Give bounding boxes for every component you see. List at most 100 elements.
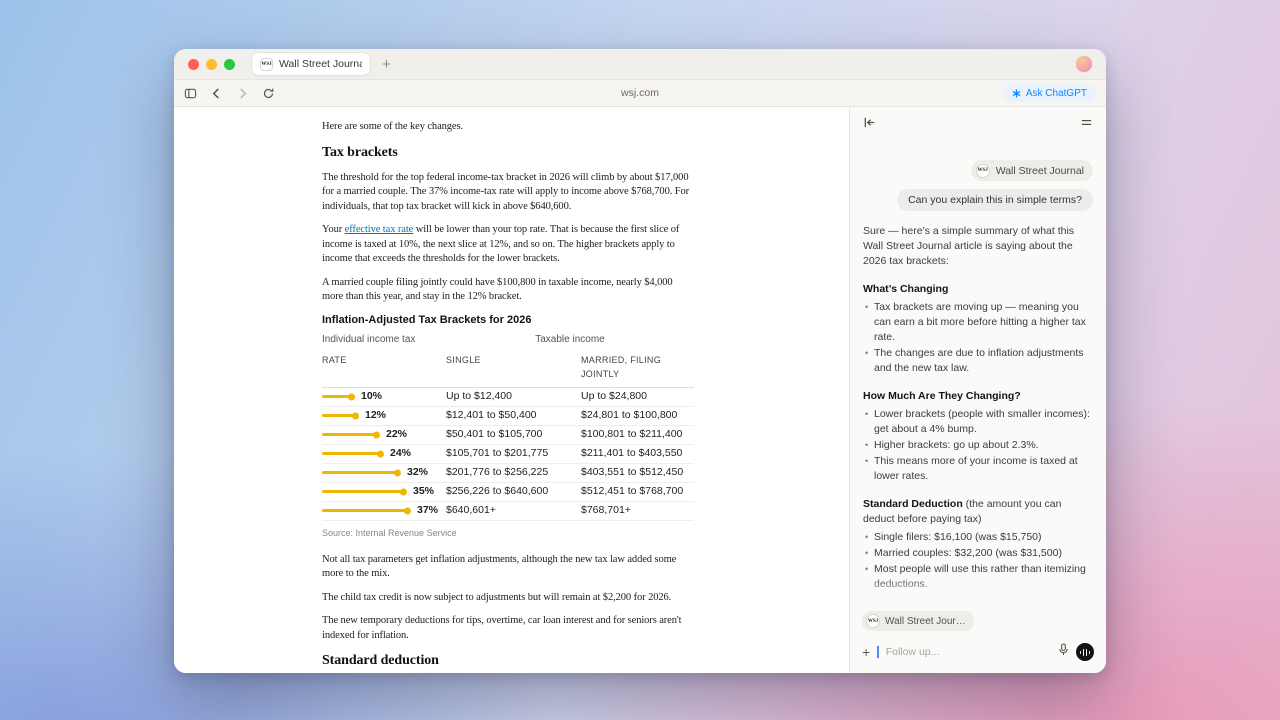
article-paragraph: The new temporary deductions for tips, o… [322, 614, 694, 643]
tax-brackets-chart: Inflation-Adjusted Tax Brackets for 2026… [322, 314, 694, 539]
bullet-item: Lower brackets (people with smaller inco… [863, 407, 1093, 437]
article-paragraph: Your effective tax rate will be lower th… [322, 223, 694, 267]
single-range: Up to $12,400 [446, 389, 581, 404]
add-attachment-button[interactable]: + [862, 645, 870, 659]
browser-window: WSJ Wall Street Journal + [174, 49, 1106, 673]
chat-header [850, 107, 1106, 143]
bullet-item: Most people will use this rather than it… [863, 562, 1093, 592]
chatgpt-logo-icon [1012, 89, 1021, 98]
forward-button-icon[interactable] [236, 87, 249, 100]
article-paragraph: The threshold for the top federal income… [322, 171, 694, 215]
married-range: $24,801 to $100,800 [581, 408, 694, 423]
single-range: $201,776 to $256,225 [446, 465, 581, 480]
table-row: 32% $201,776 to $256,225 $403,551 to $51… [322, 464, 694, 483]
wsj-favicon-icon: WSJ [260, 58, 273, 71]
article-heading-tax-brackets: Tax brackets [322, 144, 694, 161]
back-button-icon[interactable] [210, 87, 223, 100]
married-range: $768,701+ [581, 503, 694, 518]
table-row: 12% $12,401 to $50,400 $24,801 to $100,8… [322, 407, 694, 426]
rate-label: 22% [386, 427, 407, 442]
assistant-section: Standard Deduction (the amount you can d… [863, 497, 1093, 592]
table-row: 10% Up to $12,400 Up to $24,800 [322, 388, 694, 407]
article-paragraph: Here are some of the key changes. [322, 120, 694, 135]
close-button[interactable] [188, 59, 199, 70]
bullet-item: Single filers: $16,100 (was $15,750) [863, 530, 1093, 545]
single-range: $50,401 to $105,700 [446, 427, 581, 442]
new-tab-button[interactable]: + [382, 57, 391, 72]
article-paragraph: A married couple filing jointly could ha… [322, 276, 694, 305]
chat-composer: WSJ Wall Street Journal + [850, 605, 1106, 674]
reload-button-icon[interactable] [262, 87, 275, 100]
rate-label: 35% [413, 484, 434, 499]
rate-bar [322, 395, 352, 398]
rate-bar [322, 509, 408, 512]
ask-chatgpt-button[interactable]: Ask ChatGPT [1003, 84, 1096, 102]
collapse-sidebar-icon[interactable] [863, 116, 876, 134]
sidebar-toggle-icon[interactable] [184, 87, 197, 100]
chart-title: Inflation-Adjusted Tax Brackets for 2026 [322, 314, 694, 327]
table-row: 22% $50,401 to $105,700 $100,801 to $211… [322, 426, 694, 445]
window-controls [188, 59, 235, 70]
table-row: 37% $640,601+ $768,701+ [322, 502, 694, 521]
minimize-button[interactable] [206, 59, 217, 70]
table-row: 24% $105,701 to $201,775 $211,401 to $40… [322, 445, 694, 464]
voice-mode-button[interactable] [1076, 643, 1094, 661]
rate-label: 12% [365, 408, 386, 423]
zoom-button[interactable] [224, 59, 235, 70]
browser-toolbar: wsj.com Ask ChatGPT [174, 80, 1106, 107]
table-header: RATE SINGLE MARRIED, FILING JOINTLY [322, 353, 694, 388]
assistant-intro: Sure — here’s a simple summary of what t… [863, 224, 1093, 269]
rate-bar [322, 433, 377, 436]
effective-tax-rate-link[interactable]: effective tax rate [345, 224, 414, 235]
microphone-icon[interactable] [1058, 643, 1069, 661]
wsj-badge-icon: WSJ [866, 614, 880, 628]
rate-label: 32% [407, 465, 428, 480]
bullet-item: Married couples: $32,200 (was $31,500) [863, 546, 1093, 561]
address-bar[interactable]: wsj.com [621, 87, 659, 99]
rate-bar [322, 490, 404, 493]
married-range: $100,801 to $211,400 [581, 427, 694, 442]
section-heading: What’s Changing [863, 282, 1093, 297]
bullet-item: Higher brackets: go up about 2.3%. [863, 438, 1093, 453]
bullet-item: This means more of your income is taxed … [863, 454, 1093, 484]
desktop-background: WSJ Wall Street Journal + [0, 0, 1280, 720]
single-range: $256,226 to $640,600 [446, 484, 581, 499]
rate-bar [322, 452, 381, 455]
single-range: $640,601+ [446, 503, 581, 518]
tab-title: Wall Street Journal [279, 58, 362, 70]
chart-subtitle-left: Individual income tax [322, 334, 415, 345]
user-message: Can you explain this in simple terms? [897, 189, 1093, 211]
article-paragraph: Not all tax parameters get inflation adj… [322, 553, 694, 582]
chart-subtitle-row: Individual income tax Taxable income [322, 333, 694, 346]
assistant-section: What’s Changing Tax brackets are moving … [863, 282, 1093, 376]
column-header-single: SINGLE [446, 353, 581, 382]
column-header-rate: RATE [322, 353, 446, 382]
chat-messages: WSJ Wall Street Journal Can you explain … [850, 143, 1106, 605]
married-range: Up to $24,800 [581, 389, 694, 404]
section-heading: Standard Deduction (the amount you can d… [863, 497, 1093, 527]
title-bar: WSJ Wall Street Journal + [174, 49, 1106, 80]
married-range: $211,401 to $403,550 [581, 446, 694, 461]
wsj-badge-icon: WSJ [976, 164, 990, 178]
bullet-item: The changes are due to inflation adjustm… [863, 346, 1093, 376]
context-chip[interactable]: WSJ Wall Street Journal [971, 160, 1093, 181]
section-heading: How Much Are They Changing? [863, 389, 1093, 404]
chart-subtitle-right: Taxable income [446, 333, 694, 348]
tab-wall-street-journal[interactable]: WSJ Wall Street Journal [252, 53, 370, 75]
married-range: $512,451 to $768,700 [581, 484, 694, 499]
followup-input[interactable] [886, 646, 1051, 658]
composer-context-chip[interactable]: WSJ Wall Street Journal [862, 611, 974, 631]
rate-label: 24% [390, 446, 411, 461]
rate-label: 37% [417, 503, 438, 518]
table-row: 35% $256,226 to $640,600 $512,451 to $76… [322, 483, 694, 502]
column-header-married: MARRIED, FILING JOINTLY [581, 353, 694, 382]
single-range: $105,701 to $201,775 [446, 446, 581, 461]
profile-avatar[interactable] [1076, 56, 1092, 72]
article-paragraph: The child tax credit is now subject to a… [322, 591, 694, 606]
chart-source: Source: Internal Revenue Service [322, 528, 694, 539]
chat-options-icon[interactable] [1080, 116, 1093, 134]
married-range: $403,551 to $512,450 [581, 465, 694, 480]
single-range: $12,401 to $50,400 [446, 408, 581, 423]
rate-label: 10% [361, 389, 382, 404]
assistant-message: Sure — here’s a simple summary of what t… [863, 224, 1093, 605]
